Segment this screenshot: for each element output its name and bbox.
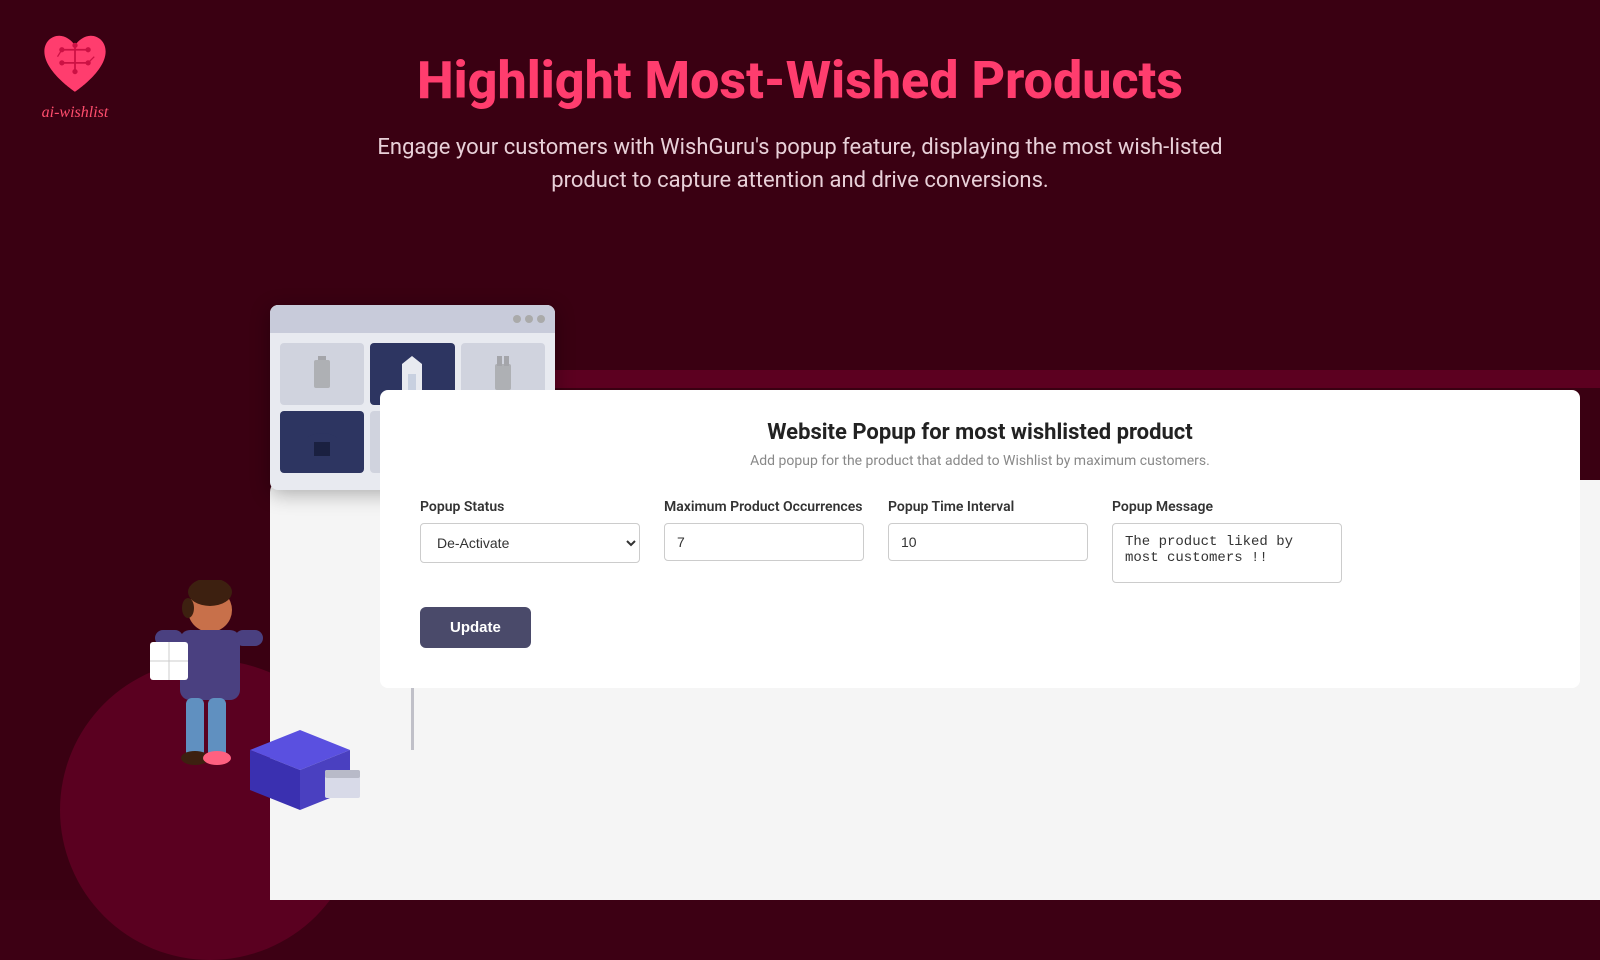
browser-dot-3 (537, 315, 545, 323)
form-description: Add popup for the product that added to … (420, 453, 1540, 469)
popup-status-label: Popup Status (420, 499, 640, 515)
browser-titlebar (270, 305, 555, 333)
header-section: Highlight Most-Wished Products Engage yo… (0, 0, 1600, 197)
max-occurrences-group: Maximum Product Occurrences (664, 499, 864, 561)
browser-dots (513, 315, 545, 323)
page-title: Highlight Most-Wished Products (0, 50, 1600, 111)
product-thumb-4 (280, 411, 364, 473)
form-section: Website Popup for most wishlisted produc… (380, 390, 1580, 688)
max-occurrences-label: Maximum Product Occurrences (664, 499, 864, 515)
message-label: Popup Message (1112, 499, 1540, 515)
browser-dot-1 (513, 315, 521, 323)
form-title: Website Popup for most wishlisted produc… (420, 420, 1540, 445)
update-button[interactable]: Update (420, 607, 531, 648)
product-thumb-1 (280, 343, 364, 405)
time-interval-input[interactable] (888, 523, 1088, 561)
time-interval-group: Popup Time Interval (888, 499, 1088, 561)
time-interval-label: Popup Time Interval (888, 499, 1088, 515)
message-textarea[interactable]: The product liked by most customers !! (1112, 523, 1342, 583)
max-occurrences-input[interactable] (664, 523, 864, 561)
page-subtitle: Engage your customers with WishGuru's po… (350, 131, 1250, 197)
form-row: Popup Status De-Activate Activate Maximu… (420, 499, 1540, 583)
message-group: Popup Message The product liked by most … (1112, 499, 1540, 583)
browser-dot-2 (525, 315, 533, 323)
cube-illustration (240, 720, 360, 820)
popup-status-select[interactable]: De-Activate Activate (420, 523, 640, 563)
popup-status-group: Popup Status De-Activate Activate (420, 499, 640, 563)
